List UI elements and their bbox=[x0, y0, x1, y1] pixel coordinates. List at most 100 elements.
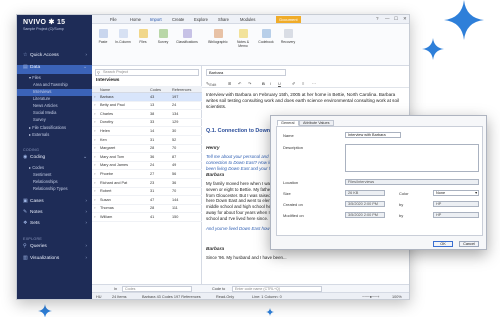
code-to-label: Code to bbox=[212, 286, 226, 291]
nav-file-area-township[interactable]: Area and Township bbox=[17, 82, 92, 89]
row-name: Phoebe bbox=[100, 171, 114, 176]
codebook-button[interactable]: Codebook bbox=[256, 29, 276, 44]
nav-relationships[interactable]: Relationships bbox=[17, 179, 92, 186]
column-header-codes[interactable]: Codes bbox=[150, 88, 161, 92]
nav-codes[interactable]: ▸ Codes bbox=[17, 165, 92, 172]
nav-file-survey[interactable]: Survey bbox=[17, 117, 92, 124]
underline-icon[interactable]: U bbox=[278, 81, 281, 86]
help-icon[interactable]: ? bbox=[376, 16, 379, 21]
notes-memo-button[interactable]: Notes & Memo bbox=[232, 29, 254, 48]
table-row[interactable]: ▫ Mary and James 24 49 bbox=[92, 162, 202, 171]
description-label: Description bbox=[283, 145, 304, 150]
document-title-field[interactable]: Barbara bbox=[206, 69, 286, 76]
color-select[interactable]: None ▾ bbox=[433, 190, 479, 196]
nav-visualizations[interactable]: ▥ Visualizations › bbox=[17, 256, 92, 265]
tab-file[interactable]: File bbox=[110, 17, 117, 22]
nav-externals[interactable]: ▸ Externals bbox=[17, 132, 92, 139]
close-icon[interactable]: ✕ bbox=[403, 16, 407, 22]
import-survey-button[interactable]: Survey bbox=[154, 29, 172, 44]
nav-file-literature[interactable]: Literature bbox=[17, 96, 92, 103]
table-row[interactable]: ▫ Thomas 28 111 bbox=[92, 205, 202, 214]
nav-coding[interactable]: ◉ Coding ⌄ bbox=[17, 155, 92, 164]
navigation-sidebar: NVIVO ✱ 15 Sample Project (C)/Sump ☆ Quic… bbox=[17, 15, 92, 299]
column-header-references[interactable]: References bbox=[172, 88, 191, 92]
description-field[interactable] bbox=[345, 144, 479, 172]
row-codes: 28 bbox=[150, 146, 155, 151]
nav-file-classifications[interactable]: ▸ File Classifications bbox=[17, 125, 92, 132]
row-references: 111 bbox=[172, 206, 178, 211]
more-icon[interactable]: ⋯ bbox=[312, 81, 316, 86]
ok-button[interactable]: OK bbox=[433, 241, 453, 247]
paste-button[interactable]: Paste bbox=[94, 29, 112, 44]
search-input[interactable]: ⚲ Search Project bbox=[95, 69, 199, 76]
chevron-right-icon: › bbox=[85, 53, 87, 58]
location-label: Location bbox=[283, 180, 299, 185]
table-row[interactable]: ▫ Charles 38 134 bbox=[92, 110, 202, 119]
nav-queries[interactable]: ⚲ Queries › bbox=[17, 244, 92, 253]
document-icon: ▫ bbox=[94, 94, 96, 99]
highlight-icon[interactable]: ✐ bbox=[292, 81, 295, 86]
nav-quick-access[interactable]: ☆ Quick Access › bbox=[17, 53, 92, 62]
chevron-right-icon: › bbox=[85, 210, 87, 215]
sparkle-tiny-icon bbox=[266, 308, 274, 316]
table-row[interactable]: ▫ Barbara 43 197 bbox=[92, 93, 202, 102]
cancel-button[interactable]: Cancel bbox=[459, 241, 479, 247]
code-button[interactable]: ⊞ bbox=[228, 81, 231, 86]
nav-notes[interactable]: ✎ Notes › bbox=[17, 210, 92, 219]
align-icon[interactable]: ≡ bbox=[302, 81, 304, 86]
tab-create[interactable]: Create bbox=[172, 17, 184, 22]
nav-data[interactable]: ▤ Data ⌄ bbox=[17, 65, 92, 74]
nav-relationship-types[interactable]: Relationship Types bbox=[17, 186, 92, 193]
in-column-button[interactable]: In-Column bbox=[114, 29, 132, 44]
nav-file-interviews[interactable]: Interviews bbox=[17, 89, 92, 96]
minimize-icon[interactable]: — bbox=[385, 16, 390, 21]
nav-sentiment[interactable]: Sentiment bbox=[17, 172, 92, 179]
zoom-slider[interactable]: −──●──+ bbox=[362, 295, 380, 299]
column-header-name[interactable]: Name bbox=[100, 88, 110, 92]
table-row[interactable]: ▫ Dorothy 33 129 bbox=[92, 119, 202, 128]
ribbon-toolbar: Paste In-Column Files Survey Classificat… bbox=[92, 24, 409, 66]
table-row[interactable]: ▫ Helen 14 30 bbox=[92, 127, 202, 136]
table-row[interactable]: ▫ Ken 31 52 bbox=[92, 136, 202, 145]
table-row[interactable]: ▫ Susan 47 144 bbox=[92, 196, 202, 205]
row-codes: 43 bbox=[150, 94, 155, 99]
general-panel: Name Interview with Barbara Description … bbox=[276, 126, 483, 236]
row-references: 24 bbox=[172, 103, 177, 108]
maximize-icon[interactable]: ☐ bbox=[394, 16, 398, 22]
table-row[interactable]: ▫ Richard and Pat 23 36 bbox=[92, 179, 202, 188]
nav-files[interactable]: ▾ Files bbox=[17, 75, 92, 82]
nav-file-social-media[interactable]: Social Media bbox=[17, 110, 92, 117]
recovery-icon bbox=[283, 29, 293, 38]
table-row[interactable]: ▫ Robert 31 70 bbox=[92, 188, 202, 197]
tab-explore[interactable]: Explore bbox=[194, 17, 208, 22]
name-field[interactable]: Interview with Barbara bbox=[345, 132, 401, 138]
nav-cases[interactable]: ▣ Cases › bbox=[17, 199, 92, 208]
chevron-down-icon: ⌄ bbox=[82, 155, 87, 160]
table-row[interactable]: ▫ William 41 150 bbox=[92, 213, 202, 222]
row-name: Betty and Paul bbox=[100, 103, 125, 108]
classifications-button[interactable]: Classifications bbox=[174, 29, 200, 44]
tab-import[interactable]: Import bbox=[150, 17, 162, 22]
tab-document[interactable]: Document bbox=[276, 16, 301, 23]
import-files-button[interactable]: Files bbox=[134, 29, 152, 44]
table-row[interactable]: ▫ Mary and Tom 36 87 bbox=[92, 153, 202, 162]
redo-icon[interactable]: ↷ bbox=[248, 81, 251, 86]
document-icon: ▫ bbox=[94, 146, 96, 151]
file-properties-dialog: General Attribute Values Name Interview … bbox=[270, 115, 487, 250]
bibliographic-button[interactable]: Bibliographic bbox=[206, 29, 230, 44]
ribbon-tab-bar: File Home Import Create Explore Share Mo… bbox=[92, 15, 409, 24]
table-row[interactable]: ▫ Phoebe 27 56 bbox=[92, 170, 202, 179]
nav-file-news-articles[interactable]: News Articles bbox=[17, 103, 92, 110]
tab-home[interactable]: Home bbox=[130, 17, 141, 22]
row-codes: 47 bbox=[150, 197, 155, 202]
nav-sets[interactable]: ❖ Sets › bbox=[17, 221, 92, 230]
tab-share[interactable]: Share bbox=[218, 17, 229, 22]
tab-modules[interactable]: Modules bbox=[240, 17, 255, 22]
edit-button[interactable]: ✎ Edit bbox=[206, 81, 216, 87]
italic-icon[interactable]: I bbox=[270, 81, 271, 86]
table-row[interactable]: ▫ Betty and Paul 13 24 bbox=[92, 102, 202, 111]
bold-icon[interactable]: B bbox=[262, 81, 265, 86]
undo-icon[interactable]: ↶ bbox=[238, 81, 241, 86]
table-row[interactable]: ▫ Margaret 28 70 bbox=[92, 145, 202, 154]
recovery-button[interactable]: Recovery bbox=[278, 29, 298, 44]
